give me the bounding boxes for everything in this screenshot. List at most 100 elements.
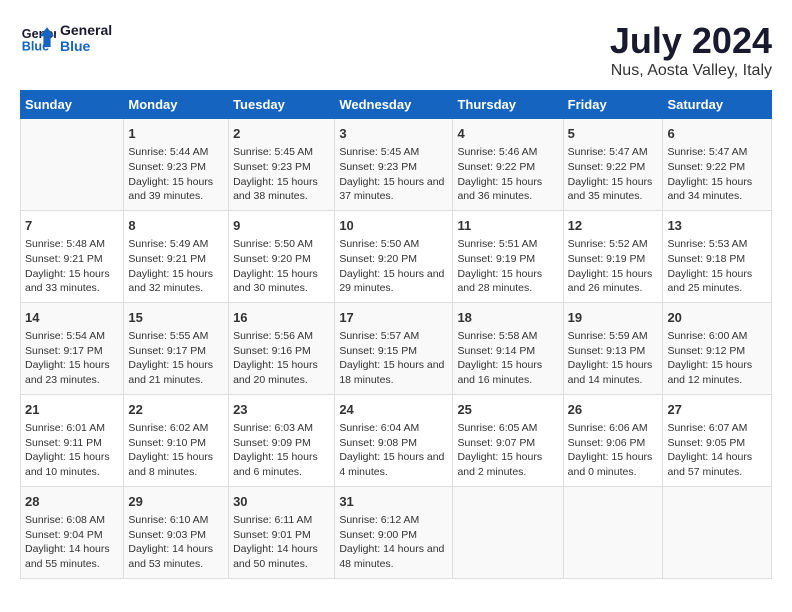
calendar-cell: 27 Sunrise: 6:07 AMSunset: 9:05 PMDaylig… xyxy=(663,394,772,486)
calendar-cell: 25 Sunrise: 6:05 AMSunset: 9:07 PMDaylig… xyxy=(453,394,563,486)
header-cell-thursday: Thursday xyxy=(453,91,563,119)
header-cell-sunday: Sunday xyxy=(21,91,124,119)
day-number: 12 xyxy=(568,217,659,235)
calendar-cell: 18 Sunrise: 5:58 AMSunset: 9:14 PMDaylig… xyxy=(453,302,563,394)
sub-title: Nus, Aosta Valley, Italy xyxy=(610,62,772,80)
week-row-1: 1 Sunrise: 5:44 AMSunset: 9:23 PMDayligh… xyxy=(21,119,772,211)
calendar-cell: 8 Sunrise: 5:49 AMSunset: 9:21 PMDayligh… xyxy=(124,210,229,302)
day-number: 10 xyxy=(339,217,448,235)
header-cell-wednesday: Wednesday xyxy=(335,91,453,119)
day-number: 9 xyxy=(233,217,330,235)
day-number: 19 xyxy=(568,309,659,327)
cell-info: Sunrise: 5:50 AMSunset: 9:20 PMDaylight:… xyxy=(233,237,330,296)
cell-info: Sunrise: 5:46 AMSunset: 9:22 PMDaylight:… xyxy=(457,145,558,204)
calendar-cell: 16 Sunrise: 5:56 AMSunset: 9:16 PMDaylig… xyxy=(229,302,335,394)
calendar-cell: 23 Sunrise: 6:03 AMSunset: 9:09 PMDaylig… xyxy=(229,394,335,486)
calendar-cell: 29 Sunrise: 6:10 AMSunset: 9:03 PMDaylig… xyxy=(124,486,229,578)
cell-info: Sunrise: 6:11 AMSunset: 9:01 PMDaylight:… xyxy=(233,513,330,572)
cell-info: Sunrise: 5:44 AMSunset: 9:23 PMDaylight:… xyxy=(128,145,224,204)
calendar-cell: 21 Sunrise: 6:01 AMSunset: 9:11 PMDaylig… xyxy=(21,394,124,486)
day-number: 24 xyxy=(339,401,448,419)
calendar-cell: 26 Sunrise: 6:06 AMSunset: 9:06 PMDaylig… xyxy=(563,394,663,486)
cell-info: Sunrise: 5:53 AMSunset: 9:18 PMDaylight:… xyxy=(667,237,767,296)
week-row-3: 14 Sunrise: 5:54 AMSunset: 9:17 PMDaylig… xyxy=(21,302,772,394)
cell-info: Sunrise: 5:52 AMSunset: 9:19 PMDaylight:… xyxy=(568,237,659,296)
calendar-cell: 24 Sunrise: 6:04 AMSunset: 9:08 PMDaylig… xyxy=(335,394,453,486)
header-cell-saturday: Saturday xyxy=(663,91,772,119)
calendar-cell: 7 Sunrise: 5:48 AMSunset: 9:21 PMDayligh… xyxy=(21,210,124,302)
main-title: July 2024 xyxy=(610,20,772,62)
day-number: 26 xyxy=(568,401,659,419)
calendar-cell: 14 Sunrise: 5:54 AMSunset: 9:17 PMDaylig… xyxy=(21,302,124,394)
day-number: 2 xyxy=(233,125,330,143)
day-number: 30 xyxy=(233,493,330,511)
cell-info: Sunrise: 5:58 AMSunset: 9:14 PMDaylight:… xyxy=(457,329,558,388)
cell-info: Sunrise: 6:03 AMSunset: 9:09 PMDaylight:… xyxy=(233,421,330,480)
day-number: 29 xyxy=(128,493,224,511)
cell-info: Sunrise: 5:55 AMSunset: 9:17 PMDaylight:… xyxy=(128,329,224,388)
title-area: July 2024 Nus, Aosta Valley, Italy xyxy=(610,20,772,80)
day-number: 7 xyxy=(25,217,119,235)
calendar-cell: 19 Sunrise: 5:59 AMSunset: 9:13 PMDaylig… xyxy=(563,302,663,394)
cell-info: Sunrise: 5:51 AMSunset: 9:19 PMDaylight:… xyxy=(457,237,558,296)
cell-info: Sunrise: 5:48 AMSunset: 9:21 PMDaylight:… xyxy=(25,237,119,296)
day-number: 13 xyxy=(667,217,767,235)
week-row-2: 7 Sunrise: 5:48 AMSunset: 9:21 PMDayligh… xyxy=(21,210,772,302)
calendar-cell: 4 Sunrise: 5:46 AMSunset: 9:22 PMDayligh… xyxy=(453,119,563,211)
calendar-cell: 2 Sunrise: 5:45 AMSunset: 9:23 PMDayligh… xyxy=(229,119,335,211)
day-number: 17 xyxy=(339,309,448,327)
calendar-cell xyxy=(453,486,563,578)
day-number: 14 xyxy=(25,309,119,327)
calendar-cell: 10 Sunrise: 5:50 AMSunset: 9:20 PMDaylig… xyxy=(335,210,453,302)
logo-general: General xyxy=(60,22,112,38)
calendar-cell: 28 Sunrise: 6:08 AMSunset: 9:04 PMDaylig… xyxy=(21,486,124,578)
day-number: 22 xyxy=(128,401,224,419)
day-number: 27 xyxy=(667,401,767,419)
day-number: 23 xyxy=(233,401,330,419)
cell-info: Sunrise: 5:45 AMSunset: 9:23 PMDaylight:… xyxy=(233,145,330,204)
day-number: 15 xyxy=(128,309,224,327)
cell-info: Sunrise: 6:00 AMSunset: 9:12 PMDaylight:… xyxy=(667,329,767,388)
cell-info: Sunrise: 5:54 AMSunset: 9:17 PMDaylight:… xyxy=(25,329,119,388)
calendar-cell: 1 Sunrise: 5:44 AMSunset: 9:23 PMDayligh… xyxy=(124,119,229,211)
logo-blue: Blue xyxy=(60,38,112,54)
day-number: 6 xyxy=(667,125,767,143)
calendar-cell: 20 Sunrise: 6:00 AMSunset: 9:12 PMDaylig… xyxy=(663,302,772,394)
calendar-cell: 17 Sunrise: 5:57 AMSunset: 9:15 PMDaylig… xyxy=(335,302,453,394)
calendar-cell: 31 Sunrise: 6:12 AMSunset: 9:00 PMDaylig… xyxy=(335,486,453,578)
calendar-cell: 12 Sunrise: 5:52 AMSunset: 9:19 PMDaylig… xyxy=(563,210,663,302)
cell-info: Sunrise: 6:02 AMSunset: 9:10 PMDaylight:… xyxy=(128,421,224,480)
calendar-cell: 3 Sunrise: 5:45 AMSunset: 9:23 PMDayligh… xyxy=(335,119,453,211)
cell-info: Sunrise: 5:45 AMSunset: 9:23 PMDaylight:… xyxy=(339,145,448,204)
day-number: 21 xyxy=(25,401,119,419)
cell-info: Sunrise: 5:59 AMSunset: 9:13 PMDaylight:… xyxy=(568,329,659,388)
cell-info: Sunrise: 5:56 AMSunset: 9:16 PMDaylight:… xyxy=(233,329,330,388)
cell-info: Sunrise: 6:10 AMSunset: 9:03 PMDaylight:… xyxy=(128,513,224,572)
header-cell-tuesday: Tuesday xyxy=(229,91,335,119)
header-cell-monday: Monday xyxy=(124,91,229,119)
calendar-cell: 30 Sunrise: 6:11 AMSunset: 9:01 PMDaylig… xyxy=(229,486,335,578)
day-number: 1 xyxy=(128,125,224,143)
week-row-5: 28 Sunrise: 6:08 AMSunset: 9:04 PMDaylig… xyxy=(21,486,772,578)
cell-info: Sunrise: 6:12 AMSunset: 9:00 PMDaylight:… xyxy=(339,513,448,572)
header-cell-friday: Friday xyxy=(563,91,663,119)
calendar-cell xyxy=(563,486,663,578)
cell-info: Sunrise: 6:05 AMSunset: 9:07 PMDaylight:… xyxy=(457,421,558,480)
day-number: 16 xyxy=(233,309,330,327)
cell-info: Sunrise: 6:07 AMSunset: 9:05 PMDaylight:… xyxy=(667,421,767,480)
calendar-cell: 5 Sunrise: 5:47 AMSunset: 9:22 PMDayligh… xyxy=(563,119,663,211)
calendar-cell: 22 Sunrise: 6:02 AMSunset: 9:10 PMDaylig… xyxy=(124,394,229,486)
cell-info: Sunrise: 5:47 AMSunset: 9:22 PMDaylight:… xyxy=(568,145,659,204)
day-number: 5 xyxy=(568,125,659,143)
cell-info: Sunrise: 5:57 AMSunset: 9:15 PMDaylight:… xyxy=(339,329,448,388)
calendar-table: SundayMondayTuesdayWednesdayThursdayFrid… xyxy=(20,90,772,579)
day-number: 11 xyxy=(457,217,558,235)
day-number: 3 xyxy=(339,125,448,143)
calendar-cell xyxy=(21,119,124,211)
cell-info: Sunrise: 5:47 AMSunset: 9:22 PMDaylight:… xyxy=(667,145,767,204)
header: General Blue General Blue July 2024 Nus,… xyxy=(20,20,772,80)
logo-icon: General Blue xyxy=(20,20,56,56)
header-row: SundayMondayTuesdayWednesdayThursdayFrid… xyxy=(21,91,772,119)
day-number: 28 xyxy=(25,493,119,511)
logo: General Blue General Blue xyxy=(20,20,112,56)
